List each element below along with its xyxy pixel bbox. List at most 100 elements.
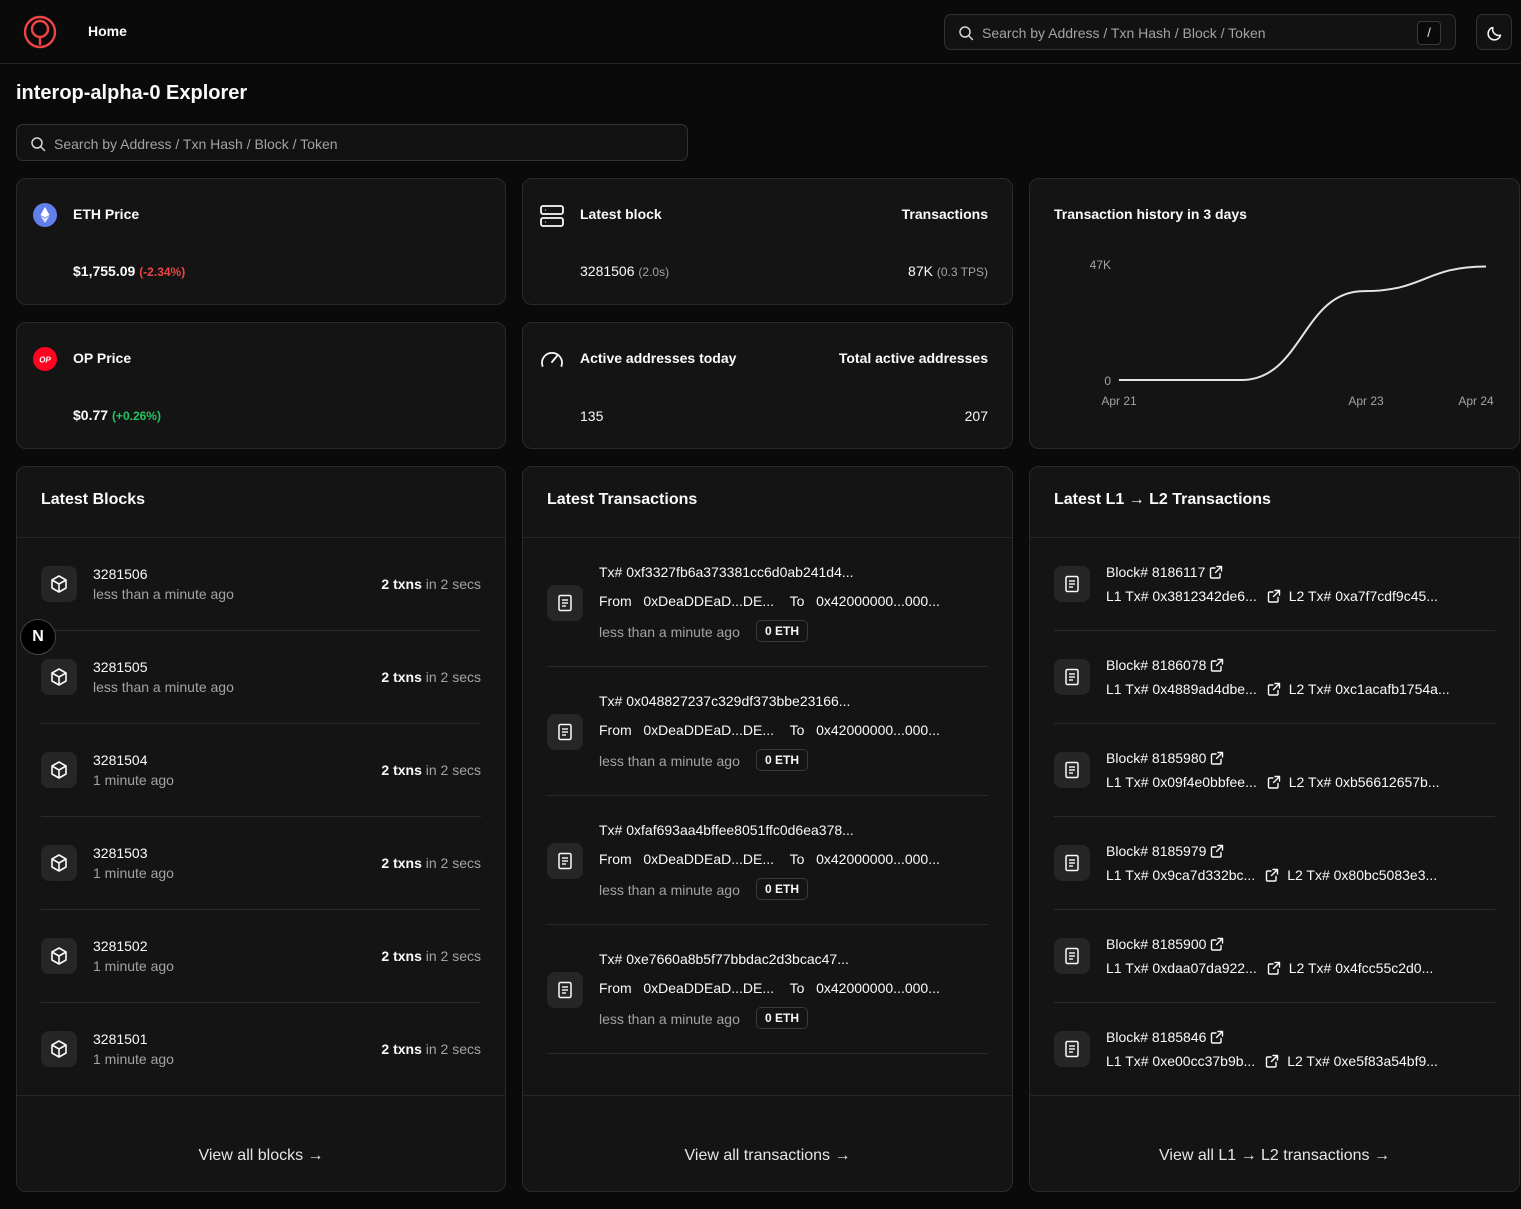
external-link-icon[interactable] — [1265, 1054, 1279, 1068]
l1-block-link[interactable]: Block# 8186078 — [1106, 657, 1224, 673]
l1-block-link[interactable]: Block# 8186117 — [1106, 564, 1223, 580]
cube-icon — [41, 845, 77, 881]
eth-price-label: ETH Price — [73, 206, 140, 222]
l1-block-link[interactable]: Block# 8185979 — [1106, 843, 1224, 859]
y-tick-bottom: 0 — [1104, 374, 1111, 388]
tx-to-address[interactable]: 0x42000000...000... — [816, 851, 940, 867]
l2-tx-link[interactable]: L2 Tx# 0x80bc5083e3... — [1287, 867, 1437, 883]
theme-toggle-button[interactable] — [1476, 14, 1512, 50]
l2-tx-link[interactable]: L2 Tx# 0x4fcc55c2d0... — [1289, 960, 1434, 976]
view-all-blocks-link[interactable]: View all blocks → — [17, 1147, 505, 1165]
l1-l2-row[interactable]: Block# 8185900 L1 Tx# 0xdaa07da922... L2 … — [1054, 910, 1495, 1003]
latest-block-label: Latest block — [580, 206, 662, 222]
l1-tx-link[interactable]: L1 Tx# 0x9ca7d332bc... — [1106, 867, 1255, 883]
receipt-icon — [547, 843, 583, 879]
block-number[interactable]: 3281506 — [93, 566, 148, 582]
l1-tx-link[interactable]: L1 Tx# 0x4889ad4dbe... — [1106, 681, 1257, 697]
main-search-input[interactable]: Search by Address / Txn Hash / Block / T… — [16, 124, 688, 161]
l1-tx-link[interactable]: L1 Tx# 0x09f4e0bbfee... — [1106, 774, 1257, 790]
external-link-icon[interactable] — [1210, 937, 1224, 951]
l1-l2-row[interactable]: Block# 8186117 L1 Tx# 0x3812342de6... L2 … — [1054, 538, 1495, 631]
external-link-icon[interactable] — [1210, 1030, 1224, 1044]
tx-hash-link[interactable]: Tx# 0xfaf693aa4bffee8051ffc0d6ea378... — [599, 822, 854, 838]
block-row[interactable]: 3281501 1 minute ago 2 txns in 2 secs — [41, 1003, 481, 1096]
l2-tx-link[interactable]: L2 Tx# 0xe5f83a54bf9... — [1287, 1053, 1438, 1069]
block-row[interactable]: 3281503 1 minute ago 2 txns in 2 secs — [41, 817, 481, 910]
tx-to-address[interactable]: 0x42000000...000... — [816, 980, 940, 996]
external-link-icon[interactable] — [1267, 682, 1281, 696]
transaction-row[interactable]: Tx# 0xfaf693aa4bffee8051ffc0d6ea378... F… — [547, 796, 988, 925]
block-time: 1 minute ago — [93, 772, 174, 788]
l1-tx-link[interactable]: L1 Tx# 0x3812342de6... — [1106, 588, 1257, 604]
divider — [1030, 1095, 1519, 1096]
tx-hash-link[interactable]: Tx# 0xf3327fb6a373381cc6d0ab241d4... — [599, 564, 854, 580]
nextjs-dev-badge[interactable]: N — [20, 619, 56, 655]
latest-transactions-card: Latest Transactions Tx# 0xf3327fb6a37338… — [522, 466, 1013, 1192]
latest-block-value[interactable]: 3281506 (2.0s) — [580, 263, 669, 279]
receipt-icon — [547, 714, 583, 750]
x-tick-apr23: Apr 23 — [1348, 394, 1384, 408]
external-link-icon[interactable] — [1210, 751, 1224, 765]
tx-time: less than a minute ago — [599, 1011, 740, 1027]
tx-to-address[interactable]: 0x42000000...000... — [816, 722, 940, 738]
tx-from-address[interactable]: 0xDeaDDEaD...DE... — [643, 722, 774, 738]
l1-l2-row[interactable]: Block# 8186078 L1 Tx# 0x4889ad4dbe... L2 … — [1054, 631, 1495, 724]
l2-tx-link[interactable]: L2 Tx# 0xc1acafb1754a... — [1289, 681, 1450, 697]
gauge-icon — [539, 347, 565, 373]
view-all-l1-l2-link[interactable]: View all L1 → L2 transactions → — [1030, 1147, 1519, 1165]
external-link-icon[interactable] — [1267, 961, 1281, 975]
header-search-input[interactable]: Search by Address / Txn Hash / Block / T… — [944, 14, 1456, 50]
chart-title: Transaction history in 3 days — [1054, 206, 1247, 222]
external-link-icon[interactable] — [1210, 844, 1224, 858]
external-link-icon[interactable] — [1267, 589, 1281, 603]
l1-l2-hashes: L1 Tx# 0x4889ad4dbe... L2 Tx# 0xc1acafb17… — [1106, 681, 1450, 697]
divider — [523, 1095, 1012, 1096]
block-number[interactable]: 3281501 — [93, 1031, 148, 1047]
block-row[interactable]: 3281502 1 minute ago 2 txns in 2 secs — [41, 910, 481, 1003]
nav-home-link[interactable]: Home — [88, 23, 127, 39]
l1-tx-link[interactable]: L1 Tx# 0xdaa07da922... — [1106, 960, 1257, 976]
receipt-icon — [1054, 659, 1090, 695]
view-all-transactions-link[interactable]: View all transactions → — [523, 1147, 1012, 1165]
l1-block-link[interactable]: Block# 8185980 — [1106, 750, 1224, 766]
y-tick-top: 47K — [1090, 258, 1111, 272]
tx-from-to: From 0xDeaDDEaD...DE... To 0x42000000...… — [599, 851, 940, 867]
external-link-icon[interactable] — [1267, 775, 1281, 789]
block-number[interactable]: 3281503 — [93, 845, 148, 861]
l2-tx-link[interactable]: L2 Tx# 0xb56612657b... — [1289, 774, 1440, 790]
block-row[interactable]: 3281504 1 minute ago 2 txns in 2 secs — [41, 724, 481, 817]
transaction-row[interactable]: Tx# 0xe7660a8b5f77bbdac2d3bcac47... From… — [547, 925, 988, 1054]
external-link-icon[interactable] — [1265, 868, 1279, 882]
block-row[interactable]: 3281506 less than a minute ago 2 txns in… — [41, 538, 481, 631]
tx-to-address[interactable]: 0x42000000...000... — [816, 593, 940, 609]
tx-from-address[interactable]: 0xDeaDDEaD...DE... — [643, 851, 774, 867]
transaction-row[interactable]: Tx# 0xf3327fb6a373381cc6d0ab241d4... Fro… — [547, 538, 988, 667]
tx-from-address[interactable]: 0xDeaDDEaD...DE... — [643, 980, 774, 996]
external-link-icon[interactable] — [1209, 565, 1223, 579]
block-row[interactable]: 3281505 less than a minute ago 2 txns in… — [41, 631, 481, 724]
block-number[interactable]: 3281502 — [93, 938, 148, 954]
transaction-row[interactable]: Tx# 0x048827237c329df373bbe23166... From… — [547, 667, 988, 796]
l1-block-link[interactable]: Block# 8185900 — [1106, 936, 1224, 952]
latest-blocks-title: Latest Blocks — [41, 491, 146, 508]
eth-price-change: (-2.34%) — [139, 265, 186, 279]
l1-l2-row[interactable]: Block# 8185980 L1 Tx# 0x09f4e0bbfee... L2… — [1054, 724, 1495, 817]
l2-tx-link[interactable]: L2 Tx# 0xa7f7cdf9c45... — [1289, 588, 1438, 604]
tx-from-address[interactable]: 0xDeaDDEaD...DE... — [643, 593, 774, 609]
logo-icon[interactable] — [22, 14, 58, 50]
l1-l2-row[interactable]: Block# 8185979 L1 Tx# 0x9ca7d332bc... L2 … — [1054, 817, 1495, 910]
transactions-label: Transactions — [901, 206, 988, 222]
l1-block-link[interactable]: Block# 8185846 — [1106, 1029, 1224, 1045]
tx-hash-link[interactable]: Tx# 0xe7660a8b5f77bbdac2d3bcac47... — [599, 951, 849, 967]
block-number[interactable]: 3281505 — [93, 659, 148, 675]
tx-hash-link[interactable]: Tx# 0x048827237c329df373bbe23166... — [599, 693, 850, 709]
l1-tx-link[interactable]: L1 Tx# 0xe00cc37b9b... — [1106, 1053, 1255, 1069]
external-link-icon[interactable] — [1210, 658, 1224, 672]
block-number[interactable]: 3281504 — [93, 752, 148, 768]
search-icon — [958, 25, 974, 41]
receipt-icon — [1054, 1031, 1090, 1067]
l1-l2-row[interactable]: Block# 8185846 L1 Tx# 0xe00cc37b9b... L2 … — [1054, 1003, 1495, 1096]
op-icon: OP — [33, 347, 57, 371]
page-title: interop-alpha-0 Explorer — [16, 82, 248, 104]
latest-block-card: Latest block Transactions 3281506 (2.0s)… — [522, 178, 1013, 305]
